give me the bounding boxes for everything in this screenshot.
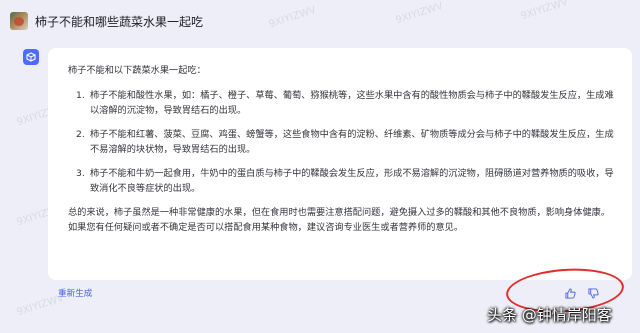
answer-list: 1. 柿子不能和酸性水果，如：橘子、橙子、草莓、葡萄、猕猴桃等，这些水果中含有的… <box>68 88 614 197</box>
list-item-number: 3. <box>76 167 85 179</box>
watermark: 9XIYIZWV <box>519 0 570 23</box>
list-item: 3. 柿子不能和牛奶一起食用，牛奶中的蛋白质与柿子中的鞣酸会发生反应，形成不易溶… <box>68 166 614 197</box>
user-question: 柿子不能和哪些蔬菜水果一起吃 <box>35 14 204 29</box>
list-item: 2. 柿子不能和红薯、菠菜、豆腐、鸡蛋、螃蟹等，这些食物中含有的淀粉、纤维素、矿… <box>68 127 614 158</box>
user-message: 柿子不能和哪些蔬菜水果一起吃 <box>10 8 203 34</box>
cube-icon <box>26 52 36 62</box>
user-avatar <box>10 12 28 30</box>
source-credit: 头条 @钟情岸阳客 <box>487 306 612 324</box>
list-item-text: 柿子不能和牛奶一起食用，牛奶中的蛋白质与柿子中的鞣酸会发生反应，形成不易溶解的沉… <box>90 167 614 195</box>
list-item-text: 柿子不能和红薯、菠菜、豆腐、鸡蛋、螃蟹等，这些食物中含有的淀粉、纤维素、矿物质等… <box>90 128 614 156</box>
bot-avatar-icon <box>23 49 39 65</box>
answer-card: 柿子不能和以下蔬菜水果一起吃： 1. 柿子不能和酸性水果，如：橘子、橙子、草莓、… <box>48 48 632 280</box>
watermark: 9XIYIZWV <box>267 4 318 31</box>
list-item-number: 2. <box>76 128 85 140</box>
regenerate-button[interactable]: 重新生成 <box>58 287 92 299</box>
list-item-number: 1. <box>76 89 85 101</box>
answer-intro: 柿子不能和以下蔬菜水果一起吃： <box>68 65 206 76</box>
list-item: 1. 柿子不能和酸性水果，如：橘子、橙子、草莓、葡萄、猕猴桃等，这些水果中含有的… <box>68 88 614 119</box>
watermark: 9XIYIZWV <box>394 0 445 27</box>
list-item-text: 柿子不能和酸性水果，如：橘子、橙子、草莓、葡萄、猕猴桃等，这些水果中含有的酸性物… <box>90 89 614 117</box>
answer-summary: 总的来说，柿子虽然是一种非常健康的水果，但在食用时也需要注意搭配问题，避免摄入过… <box>68 206 611 234</box>
